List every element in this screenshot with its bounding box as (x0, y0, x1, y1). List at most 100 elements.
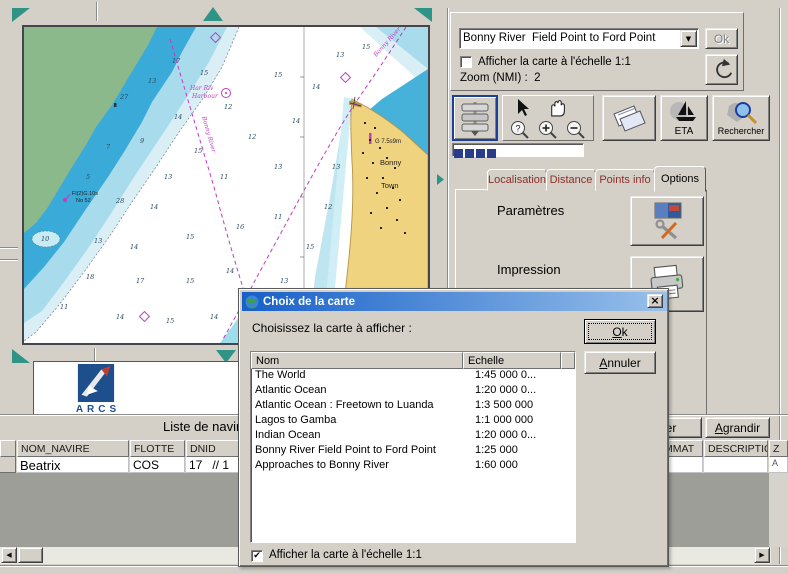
listbox-header-name[interactable]: Nom (251, 352, 463, 369)
svg-text:14: 14 (292, 117, 300, 125)
zoom-query-icon[interactable]: ? (509, 120, 533, 140)
scale-checkbox[interactable] (460, 56, 472, 68)
svg-text:14: 14 (150, 203, 158, 211)
column-header-partial[interactable]: Z (769, 440, 788, 457)
row-selector-cell[interactable] (0, 457, 16, 473)
chart-name: Indian Ocean (255, 429, 321, 441)
list-item[interactable]: Approaches to Bonny River 1:60 000 (251, 459, 575, 474)
ship-fleet-cell[interactable]: COS (130, 457, 185, 473)
dialog-scale-checkbox-checked[interactable]: ✔ (251, 550, 263, 562)
zoom-out-icon[interactable] (565, 120, 589, 140)
light-characteristic-label: G 7.5s9m (375, 139, 401, 145)
svg-text:13: 13 (164, 173, 172, 181)
column-header-name[interactable]: NOM_NAVIRE (17, 440, 129, 457)
undo-arrow-icon (715, 58, 732, 78)
svg-text:15: 15 (306, 243, 314, 251)
parametres-button[interactable] (630, 196, 704, 246)
chart-scale: 1:45 000 0... (475, 369, 537, 381)
arcs-logo (77, 364, 115, 402)
svg-text:11: 11 (60, 303, 68, 311)
ship-dnid-cell[interactable]: 17 // 1 (186, 457, 242, 473)
chart-pages-icon (613, 105, 646, 132)
chart-listbox[interactable]: Nom Echelle The World 1:45 000 0... Atlan… (250, 351, 576, 543)
svg-text:17: 17 (172, 57, 181, 65)
chart-name: Bonny River Field Point to Ford Point (255, 444, 436, 456)
svg-text:16: 16 (236, 223, 244, 231)
ok-button-label: Ok (713, 31, 730, 46)
scroll-left-button[interactable]: ◀ (1, 547, 17, 563)
list-item[interactable]: The World 1:45 000 0... (251, 369, 575, 384)
dialog-cancel-label: Annuler (599, 355, 641, 370)
tab-points-info[interactable]: Points info (595, 169, 655, 191)
left-edge-groove-2 (0, 259, 18, 261)
svg-text:15: 15 (186, 277, 194, 285)
chart-combo[interactable]: Bonny River Field Point to Ford Point ▼ (459, 28, 699, 49)
chart-name: Atlantic Ocean : Freetown to Luanda (255, 399, 434, 411)
close-icon: × (650, 294, 660, 307)
enlarge-button[interactable]: Agrandir (705, 417, 770, 438)
svg-text:13: 13 (336, 51, 344, 59)
tab-options[interactable]: Options (654, 166, 706, 192)
svg-text:14: 14 (116, 313, 124, 321)
list-item[interactable]: Bonny River Field Point to Ford Point 1:2… (251, 444, 575, 459)
chart-corner-marker-tr (414, 8, 432, 22)
chart-scale: 1:20 000 0... (475, 429, 537, 441)
search-button[interactable]: Rechercher (712, 95, 770, 141)
select-cursor-icon[interactable] (517, 99, 531, 117)
svg-text:9: 9 (140, 137, 144, 145)
svg-text:13: 13 (280, 277, 288, 285)
list-item[interactable]: Indian Ocean 1:20 000 0... (251, 429, 575, 444)
dialog-close-button[interactable]: × (647, 294, 663, 308)
pan-hand-icon[interactable] (547, 98, 567, 117)
svg-text:27: 27 (119, 93, 129, 101)
eta-button[interactable]: ETA (660, 95, 708, 141)
dialog-titlebar[interactable]: Choix de la carte × (242, 292, 667, 311)
chart-choice-dialog: Choix de la carte × Choisissez la carte … (238, 288, 669, 567)
svg-text:5: 5 (86, 173, 90, 181)
chart-scale: 1:3 500 000 (475, 399, 534, 411)
svg-text:13: 13 (274, 163, 282, 171)
column-header-fleet[interactable]: FLOTTE (130, 440, 185, 457)
chart-windows-button[interactable] (602, 95, 656, 141)
svg-text:13: 13 (148, 77, 156, 85)
tab-localisation[interactable]: Localisation (487, 169, 547, 191)
chart-selector-group: Bonny River Field Point to Ford Point ▼ … (450, 12, 744, 91)
svg-text:12: 12 (224, 103, 232, 111)
enlarge-button-label: Agrandir (714, 420, 761, 435)
list-item[interactable]: Atlantic Ocean : Freetown to Luanda 1:3 5… (251, 399, 575, 414)
svg-text:12: 12 (248, 133, 256, 141)
buoy-label-1: Fl(2)G.10s (72, 191, 98, 197)
scroll-right-icon: ▶ (759, 551, 765, 559)
svg-text:11: 11 (274, 213, 282, 221)
tab-distance[interactable]: Distance (546, 169, 596, 191)
sailboat-icon (670, 100, 696, 121)
scroll-right-button[interactable]: ▶ (754, 547, 770, 563)
scroll-left-icon: ◀ (6, 551, 12, 559)
undo-view-button[interactable] (705, 54, 738, 85)
dialog-cancel-button[interactable]: Annuler (584, 351, 656, 374)
column-header-dnid[interactable]: DNID (186, 440, 242, 457)
ok-button-disabled[interactable]: Ok (705, 28, 738, 49)
column-header-selector[interactable] (0, 440, 16, 457)
ship-partial-cell[interactable]: A (769, 457, 788, 473)
dialog-ok-button[interactable]: Ok (584, 319, 656, 344)
list-item[interactable]: Atlantic Ocean 1:20 000 0... (251, 384, 575, 399)
chart-combo-dropdown-button[interactable]: ▼ (680, 30, 697, 47)
list-item[interactable]: Lagos to Gamba 1:1 000 000 (251, 414, 575, 429)
scrollbar-thumb[interactable] (18, 547, 43, 563)
column-header-description[interactable]: DESCRIPTION (704, 440, 768, 457)
town-label-2: Town (381, 181, 399, 190)
listbox-header-scale[interactable]: Echelle (463, 352, 561, 369)
chart-name: Approaches to Bonny River (255, 459, 389, 471)
zoom-in-icon[interactable] (537, 120, 561, 140)
ship-description-cell[interactable] (704, 457, 768, 473)
layers-tool-button-selected[interactable] (452, 95, 498, 141)
buoy-label-2: No 52 (76, 198, 91, 204)
chart-name: The World (255, 369, 306, 381)
chart-scale: 1:1 000 000 (475, 414, 534, 426)
svg-text:?: ? (516, 124, 521, 134)
layers-icon (461, 102, 489, 136)
shoal-depth-label: 10 (41, 235, 49, 243)
frame-divider-bottom (94, 348, 96, 362)
ship-name-cell[interactable]: Beatrix (17, 457, 129, 473)
